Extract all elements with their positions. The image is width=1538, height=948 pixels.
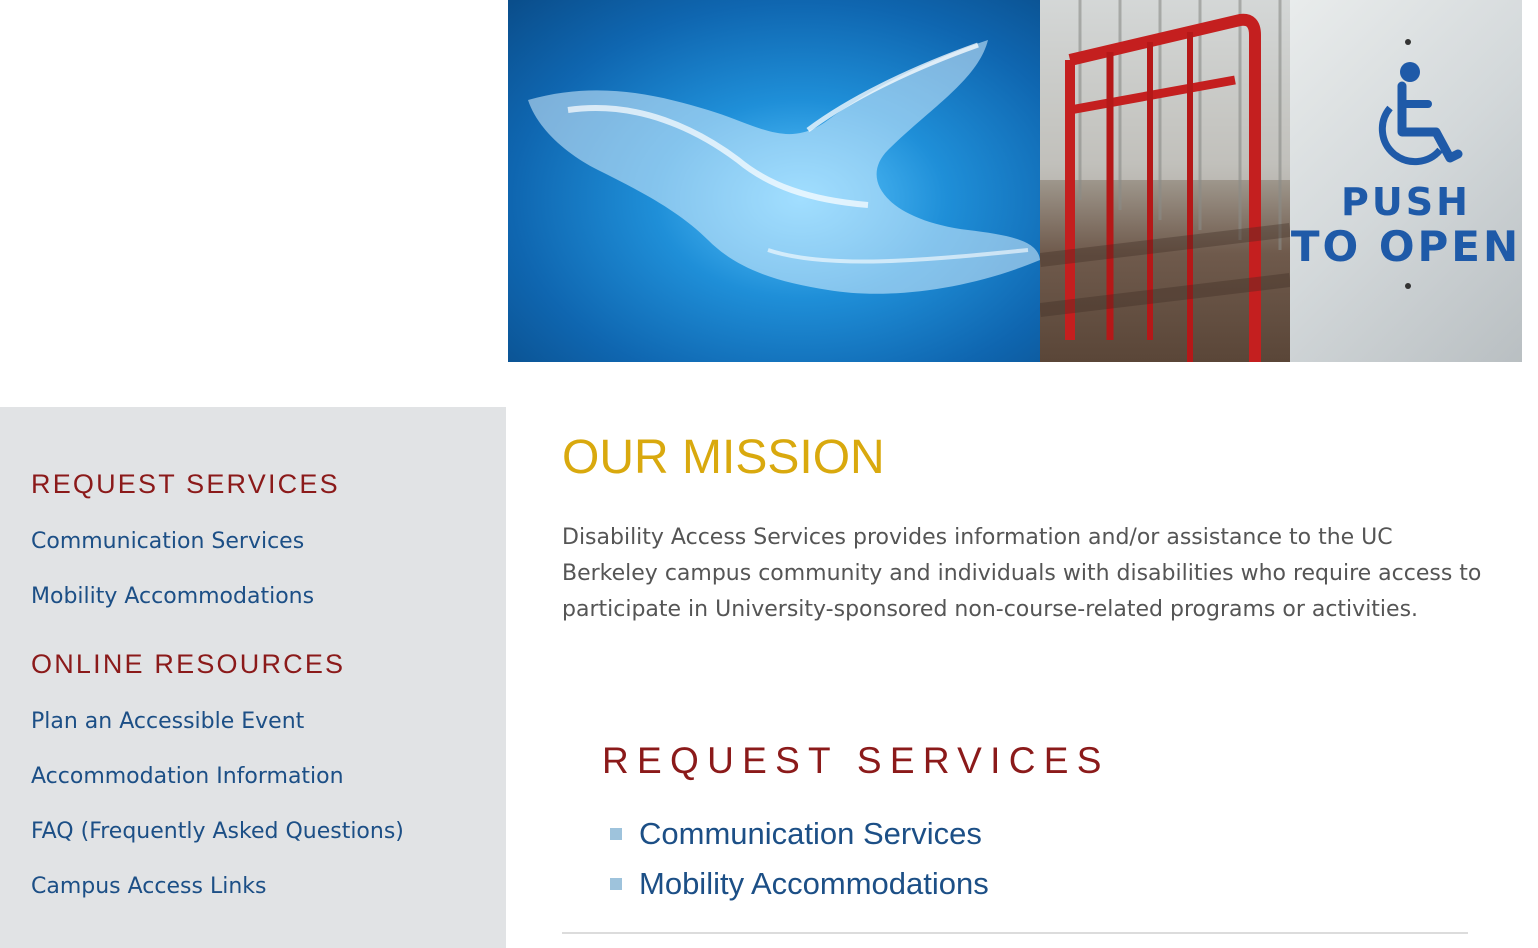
sidebar-link-plan-accessible-event[interactable]: Plan an Accessible Event: [31, 709, 304, 734]
square-bullet-icon: [610, 878, 622, 890]
request-link-mobility-accommodations[interactable]: Mobility Accommodations: [639, 866, 989, 902]
sidebar-link-accommodation-information[interactable]: Accommodation Information: [31, 764, 344, 789]
square-bullet-icon: [610, 828, 622, 840]
page: PUSH TO OPEN REQUEST SERVICES Communicat…: [0, 0, 1538, 948]
door-sign-to-open: TO OPEN: [1290, 222, 1522, 271]
hero-banner: PUSH TO OPEN: [508, 0, 1522, 362]
hero-hand-image: [508, 0, 1040, 362]
hero-door-image: PUSH TO OPEN: [1290, 0, 1522, 362]
sidebar-heading-online-resources: ONLINE RESOURCES: [31, 649, 346, 679]
railing-illustration: [1040, 0, 1290, 362]
request-link-communication-services[interactable]: Communication Services: [639, 816, 982, 852]
section-divider: [562, 932, 1468, 934]
mission-statement: Disability Access Services provides info…: [562, 525, 1482, 622]
request-services-heading: REQUEST SERVICES: [602, 740, 1110, 781]
sidebar: REQUEST SERVICES Communication Services …: [0, 407, 506, 948]
hero-railing-image: [1040, 0, 1290, 362]
sidebar-heading-request-services: REQUEST SERVICES: [31, 469, 340, 499]
hand-illustration: [528, 40, 1040, 294]
sidebar-link-faq[interactable]: FAQ (Frequently Asked Questions): [31, 819, 404, 844]
page-title: OUR MISSION: [562, 431, 885, 484]
sidebar-link-campus-access-links[interactable]: Campus Access Links: [31, 874, 266, 899]
request-list-item: Communication Services: [610, 814, 982, 854]
request-list-item: Mobility Accommodations: [610, 864, 989, 904]
sidebar-link-communication-services[interactable]: Communication Services: [31, 529, 304, 554]
door-sign-push: PUSH: [1341, 180, 1471, 224]
sidebar-link-mobility-accommodations[interactable]: Mobility Accommodations: [31, 584, 314, 609]
